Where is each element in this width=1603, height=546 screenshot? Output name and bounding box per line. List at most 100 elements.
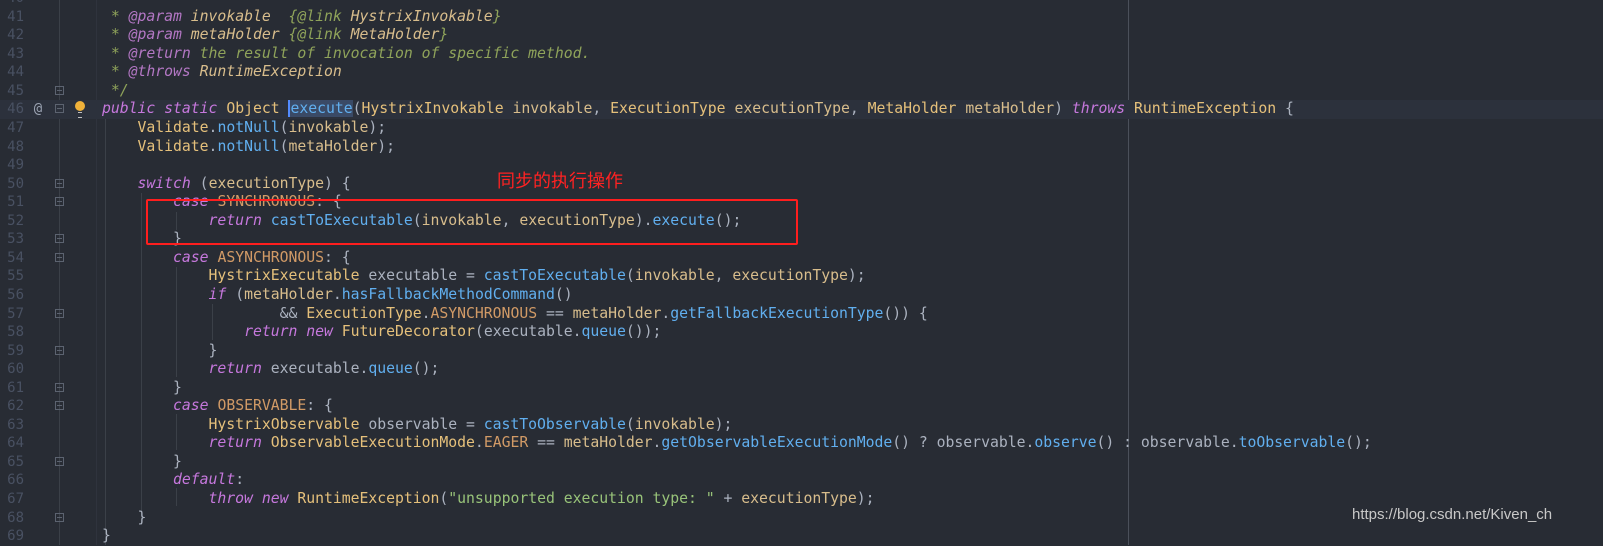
line-number: 62 xyxy=(7,398,24,415)
code-token: ExecutionType xyxy=(306,304,422,322)
code-editor[interactable]: 4041 * @param invokable {@link HystrixIn… xyxy=(0,0,1603,545)
code-token: } xyxy=(102,508,147,526)
fold-start-icon[interactable] xyxy=(55,401,64,411)
code-line[interactable]: 56 if (metaHolder.hasFallbackMethodComma… xyxy=(0,286,1603,305)
code-token: : { xyxy=(306,397,333,415)
fold-end-icon[interactable] xyxy=(55,456,64,466)
line-number: 59 xyxy=(7,342,24,359)
code-text: HystrixExecutable executable = castToExe… xyxy=(102,267,866,286)
code-token: HystrixExecutable xyxy=(102,267,369,285)
code-line[interactable]: 48 Validate.notNull(metaHolder); xyxy=(0,138,1603,157)
code-token: ) { xyxy=(323,174,351,192)
code-token: } xyxy=(102,378,182,396)
code-line[interactable]: 50 switch (executionType) { xyxy=(0,175,1603,194)
line-number: 44 xyxy=(7,64,24,81)
fold-end-icon[interactable] xyxy=(55,345,64,355)
fold-start-icon[interactable] xyxy=(55,197,64,207)
line-number: 41 xyxy=(7,8,24,25)
line-number: 49 xyxy=(7,157,24,174)
code-token: notNull xyxy=(217,137,280,155)
code-token: getObservableExecutionMode xyxy=(661,434,893,452)
code-token: } xyxy=(492,7,502,25)
code-line[interactable]: 43 * @return the result of invocation of… xyxy=(0,45,1603,64)
code-token: {@link xyxy=(288,7,351,25)
code-token: RuntimeException xyxy=(190,63,342,81)
code-token: ()); xyxy=(625,323,662,341)
code-token: ASYNCHRONOUS xyxy=(430,304,538,322)
code-token: == xyxy=(528,434,564,452)
code-line[interactable]: 44 * @throws RuntimeException xyxy=(0,63,1603,82)
code-text: return executable.queue(); xyxy=(102,360,440,379)
line-number: 46 xyxy=(7,101,24,118)
code-text: HystrixObservable observable = castToObs… xyxy=(102,416,733,435)
code-token: metaHolder xyxy=(563,434,653,452)
code-line[interactable]: 40 xyxy=(0,0,1603,8)
code-line[interactable]: 42 * @param metaHolder {@link MetaHolder… xyxy=(0,26,1603,45)
code-line[interactable]: 60 return executable.queue(); xyxy=(0,360,1603,379)
code-token: ASYNCHRONOUS xyxy=(217,248,324,266)
code-line[interactable]: 47 Validate.notNull(invokable); xyxy=(0,119,1603,138)
code-token: (); xyxy=(412,360,440,378)
code-line[interactable]: 59 } xyxy=(0,342,1603,361)
code-token: metaHolder xyxy=(181,26,289,44)
code-line[interactable]: 45 */ xyxy=(0,82,1603,101)
code-token: observable xyxy=(1140,434,1230,452)
fold-start-icon[interactable] xyxy=(55,104,64,114)
line-number: 55 xyxy=(7,268,24,285)
code-line[interactable]: 65 } xyxy=(0,453,1603,472)
code-token: ); xyxy=(856,490,875,507)
code-line[interactable]: 41 * @param invokable {@link HystrixInvo… xyxy=(0,8,1603,27)
code-line[interactable]: 64 return ObservableExecutionMode.EAGER … xyxy=(0,434,1603,453)
code-line[interactable]: 55 HystrixExecutable executable = castTo… xyxy=(0,267,1603,286)
line-number: 42 xyxy=(7,27,24,44)
code-token: executable xyxy=(483,323,573,341)
code-text: * @return the result of invocation of sp… xyxy=(102,45,590,64)
fold-end-icon[interactable] xyxy=(55,382,64,392)
code-line[interactable]: 49 xyxy=(0,156,1603,175)
code-line[interactable]: 46 @ public static Object execute(HystrixI… xyxy=(0,100,1603,119)
code-line[interactable]: 54 case ASYNCHRONOUS: { xyxy=(0,249,1603,268)
fold-start-icon[interactable] xyxy=(55,308,64,318)
fold-end-icon[interactable] xyxy=(55,85,64,95)
code-line[interactable]: 66 default: xyxy=(0,471,1603,490)
code-token: == xyxy=(537,304,573,322)
line-number: 63 xyxy=(7,416,24,433)
code-line[interactable]: 58 return new FutureDecorator(executable… xyxy=(0,323,1603,342)
code-token: HystrixInvokable xyxy=(361,100,513,118)
code-token: * xyxy=(102,44,129,62)
code-token: public static xyxy=(102,100,227,118)
intention-bulb-icon[interactable] xyxy=(75,101,85,119)
code-line[interactable]: 69} xyxy=(0,527,1603,546)
code-text: * @param metaHolder {@link MetaHolder} xyxy=(102,26,448,45)
fold-start-icon[interactable] xyxy=(55,252,64,262)
code-token: getFallbackExecutionType xyxy=(670,304,884,322)
code-text: return new FutureDecorator(executable.qu… xyxy=(102,323,661,342)
code-line[interactable]: 61 } xyxy=(0,379,1603,398)
code-token: OBSERVABLE xyxy=(217,397,307,415)
code-line[interactable]: 62 case OBSERVABLE: { xyxy=(0,397,1603,416)
code-token: invokable xyxy=(288,119,369,136)
fold-end-icon[interactable] xyxy=(55,512,64,522)
code-token: } xyxy=(102,452,182,470)
line-number: 54 xyxy=(7,249,24,266)
code-line[interactable]: 57 && ExecutionType.ASYNCHRONOUS == meta… xyxy=(0,305,1603,324)
code-text: } xyxy=(102,342,218,361)
code-token: case xyxy=(173,248,218,266)
code-token: ); xyxy=(377,137,396,155)
line-number: 65 xyxy=(7,453,24,470)
code-token: observable xyxy=(936,434,1026,452)
fold-end-icon[interactable] xyxy=(55,234,64,244)
code-text: Validate.notNull(metaHolder); xyxy=(102,137,396,157)
code-line[interactable]: 63 HystrixObservable observable = castTo… xyxy=(0,416,1603,435)
code-token: * xyxy=(102,26,129,44)
line-number: 51 xyxy=(7,194,24,211)
code-token: return xyxy=(208,360,271,378)
annotation-text: 同步的执行操作 xyxy=(497,171,623,192)
override-marker-icon[interactable]: @ xyxy=(31,100,45,119)
fold-start-icon[interactable] xyxy=(55,178,64,188)
watermark: https://blog.csdn.net/Kiven_ch xyxy=(1352,506,1553,523)
code-token: RuntimeException xyxy=(297,490,440,507)
